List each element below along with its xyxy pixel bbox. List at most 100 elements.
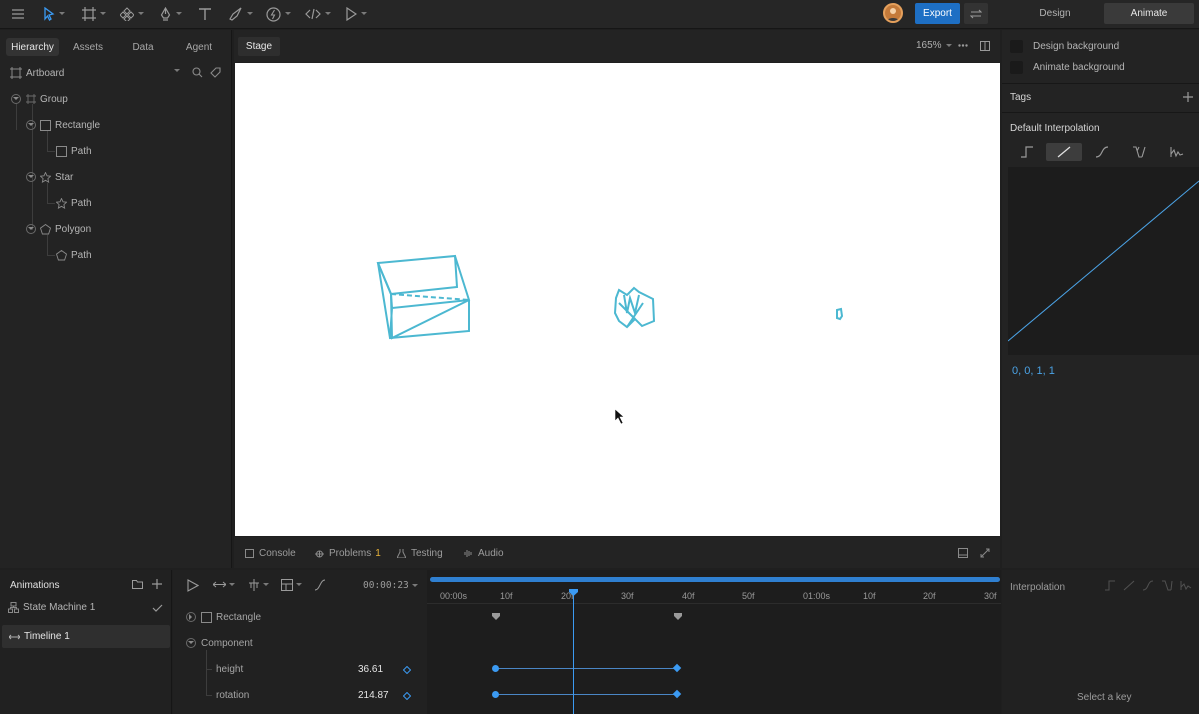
property-rotation[interactable]: rotation <box>216 687 249 703</box>
rectangle-icon <box>56 145 67 157</box>
play-tool[interactable] <box>345 3 368 25</box>
bolt-tool[interactable] <box>266 3 292 25</box>
tab-stage[interactable]: Stage <box>238 37 280 56</box>
loop-mode-button[interactable] <box>213 580 235 589</box>
component-tool[interactable] <box>120 3 145 25</box>
menu-icon[interactable] <box>11 3 25 25</box>
stage-canvas[interactable] <box>235 63 1000 536</box>
code-tool[interactable] <box>305 3 332 25</box>
interp-hold-button[interactable] <box>1009 143 1045 161</box>
expand-icon[interactable] <box>980 548 990 558</box>
cubic-curve-icon <box>1095 146 1109 158</box>
interp-bounce-button[interactable] <box>1159 143 1195 161</box>
artboard-dropdown-icon[interactable] <box>174 69 180 73</box>
artboard-row[interactable]: Artboard <box>10 64 64 82</box>
pen-tool[interactable] <box>159 3 183 25</box>
tab-audio[interactable]: Audio <box>464 545 504 561</box>
select-tool[interactable] <box>43 3 66 25</box>
keyframe[interactable] <box>492 691 499 698</box>
mouse-cursor-icon <box>614 408 625 425</box>
interp-elastic-button[interactable] <box>1121 143 1157 161</box>
interpolation-curve-graph[interactable] <box>1008 167 1199 355</box>
design-mode-tab[interactable]: Design <box>1008 3 1102 24</box>
tab-hierarchy[interactable]: Hierarchy <box>6 38 59 56</box>
expand-toggle-icon[interactable] <box>26 172 36 182</box>
animations-heading: Animations <box>10 580 60 591</box>
tab-data[interactable]: Data <box>120 38 166 56</box>
timeline-track-area[interactable] <box>427 570 1001 714</box>
tree-item-path[interactable]: Path <box>56 246 92 264</box>
expand-toggle-icon[interactable] <box>11 94 21 104</box>
snap-button[interactable] <box>248 579 269 591</box>
animate-background-row[interactable]: Animate background <box>1010 59 1125 75</box>
property-label: rotation <box>216 689 250 701</box>
text-icon <box>199 8 211 20</box>
folder-icon[interactable] <box>132 580 143 589</box>
dock-icon[interactable] <box>958 548 968 558</box>
polygon-icon <box>56 249 67 260</box>
playhead-handle[interactable] <box>569 589 578 597</box>
track-rectangle[interactable]: Rectangle <box>186 609 261 625</box>
frame-tool[interactable] <box>82 3 107 25</box>
snap-icon <box>249 579 259 591</box>
design-background-row[interactable]: Design background <box>1010 38 1119 54</box>
height-value-field[interactable]: 36.61 <box>358 661 383 677</box>
tree-item-path[interactable]: Path <box>56 142 92 160</box>
expand-toggle-icon[interactable] <box>186 612 196 622</box>
interp-linear-button[interactable] <box>1046 143 1082 161</box>
view-mode-button[interactable] <box>281 579 302 591</box>
tree-item-polygon[interactable]: Polygon <box>26 220 91 238</box>
expand-toggle-icon[interactable] <box>26 224 36 234</box>
track-component[interactable]: Component <box>186 635 253 651</box>
playhead-line[interactable] <box>573 594 574 714</box>
tree-item-path[interactable]: Path <box>56 194 92 212</box>
expand-toggle-icon[interactable] <box>26 120 36 130</box>
keyframe-diamond-icon[interactable] <box>403 692 411 700</box>
swap-button[interactable] <box>964 3 988 24</box>
property-height[interactable]: height <box>216 661 243 677</box>
state-machine-icon <box>8 602 19 613</box>
add-tag-icon[interactable] <box>1183 92 1193 102</box>
summary-keyframe[interactable] <box>674 613 682 621</box>
tab-assets[interactable]: Assets <box>64 38 112 56</box>
tag-icon[interactable] <box>210 67 221 78</box>
search-icon[interactable] <box>192 67 203 78</box>
time-display[interactable]: 00:00:23 <box>363 580 418 591</box>
design-background-swatch[interactable] <box>1010 39 1023 53</box>
animate-background-swatch[interactable] <box>1010 60 1023 74</box>
summary-keyframe[interactable] <box>492 613 500 621</box>
export-button[interactable]: Export <box>915 3 960 24</box>
tree-item-rectangle[interactable]: Rectangle <box>26 116 100 134</box>
tick-label: 10f <box>500 591 513 601</box>
tab-testing[interactable]: Testing <box>397 545 443 561</box>
property-label: height <box>216 663 244 675</box>
play-button[interactable] <box>187 579 199 592</box>
user-avatar[interactable] <box>883 3 903 23</box>
more-icon[interactable] <box>958 44 968 47</box>
add-animation-icon[interactable] <box>152 579 162 589</box>
keyframe-diamond-icon[interactable] <box>403 666 411 674</box>
tab-agent[interactable]: Agent <box>173 38 225 56</box>
easing-button[interactable] <box>314 579 326 591</box>
split-view-icon[interactable] <box>980 41 990 51</box>
star-icon <box>56 197 67 209</box>
text-tool[interactable] <box>198 3 212 25</box>
keyframe[interactable] <box>492 665 499 672</box>
select-key-hint: Select a key <box>1077 692 1132 703</box>
tree-item-group[interactable]: Group <box>11 90 68 108</box>
expand-toggle-icon[interactable] <box>186 638 196 648</box>
state-machine-item[interactable]: State Machine 1 <box>8 602 95 613</box>
animate-mode-tab[interactable]: Animate <box>1104 3 1194 24</box>
tree-item-star[interactable]: Star <box>26 168 73 186</box>
rotation-value-field[interactable]: 214.87 <box>358 687 389 703</box>
tab-problems[interactable]: Problems 1 <box>315 545 381 561</box>
tab-console[interactable]: Console <box>245 545 296 561</box>
group-icon <box>26 94 36 104</box>
brush-tool[interactable] <box>228 3 254 25</box>
interp-cubic-button[interactable] <box>1084 143 1120 161</box>
zoom-control[interactable]: 165% <box>916 40 952 51</box>
flask-icon <box>397 548 406 558</box>
timeline-scrollbar-thumb[interactable] <box>430 577 1000 582</box>
timeline-item[interactable]: Timeline 1 <box>2 625 170 648</box>
timeline-scrollbar[interactable] <box>430 577 1000 582</box>
